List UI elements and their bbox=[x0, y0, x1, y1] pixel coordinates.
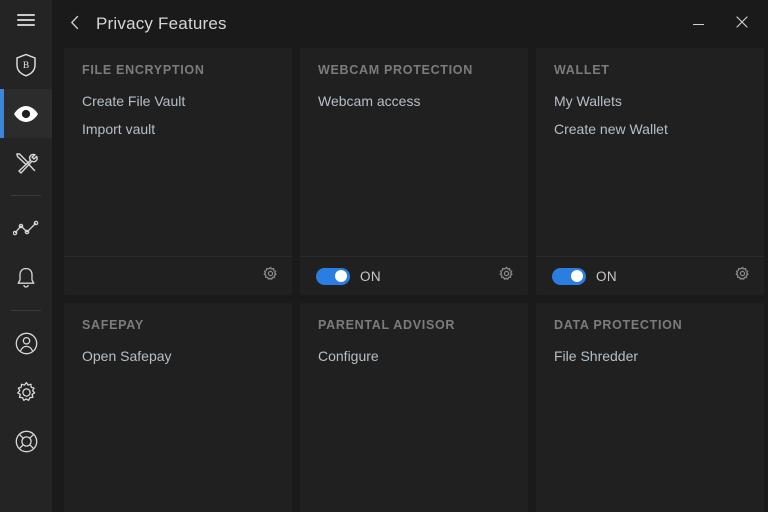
settings-gear-icon bbox=[14, 380, 39, 405]
brand-shield-icon: B bbox=[13, 52, 39, 78]
close-icon bbox=[736, 15, 748, 33]
card-links: Open Safepay bbox=[64, 332, 292, 512]
sidebar-item-brand-shield[interactable]: B bbox=[0, 40, 52, 89]
card-footer: ON bbox=[536, 256, 764, 295]
card-footer bbox=[64, 256, 292, 295]
gear-icon bbox=[735, 266, 750, 286]
sidebar-item-notifications[interactable] bbox=[0, 253, 52, 302]
account-icon bbox=[14, 331, 39, 356]
sidebar-item-account[interactable] bbox=[0, 319, 52, 368]
titlebar: Privacy Features bbox=[52, 0, 768, 48]
card-action-link[interactable]: Open Safepay bbox=[82, 342, 274, 370]
svg-text:B: B bbox=[23, 61, 29, 71]
sidebar-item-support[interactable] bbox=[0, 417, 52, 466]
sidebar-item-utilities[interactable] bbox=[0, 138, 52, 187]
card-title: SAFEPAY bbox=[82, 318, 144, 332]
card-action-link[interactable]: Create File Vault bbox=[82, 87, 274, 115]
close-button[interactable] bbox=[720, 1, 764, 47]
cards-content: FILE ENCRYPTION Create File Vault Import… bbox=[52, 48, 768, 512]
card-links: File Shredder bbox=[536, 332, 764, 512]
card-action-link[interactable]: Import vault bbox=[82, 115, 274, 143]
page-title: Privacy Features bbox=[96, 14, 227, 33]
main-area: Privacy Features FILE ENCRYPTION Create … bbox=[52, 0, 768, 512]
features-grid: FILE ENCRYPTION Create File Vault Import… bbox=[64, 48, 764, 512]
card-action-link[interactable]: Create new Wallet bbox=[554, 115, 746, 143]
card-links: My Wallets Create new Wallet bbox=[536, 77, 764, 256]
card-action-link[interactable]: File Shredder bbox=[554, 342, 746, 370]
hamburger-menu-icon bbox=[17, 11, 35, 29]
card-action-link[interactable]: Webcam access bbox=[318, 87, 510, 115]
feature-card[interactable]: FILE ENCRYPTION Create File Vault Import… bbox=[64, 48, 292, 295]
minimize-icon bbox=[692, 23, 704, 25]
toggle-knob bbox=[571, 270, 583, 282]
card-title: FILE ENCRYPTION bbox=[82, 63, 205, 77]
sidebar: B bbox=[0, 0, 52, 512]
card-links: Configure bbox=[300, 332, 528, 512]
card-settings-button[interactable] bbox=[263, 266, 278, 286]
hamburger-menu-button[interactable] bbox=[0, 0, 52, 40]
toggle-state-label: ON bbox=[596, 268, 618, 284]
privacy-eye-icon bbox=[12, 104, 40, 124]
feature-card[interactable]: DATA PROTECTION File Shredder bbox=[536, 303, 764, 512]
feature-toggle[interactable] bbox=[552, 267, 586, 285]
feature-card[interactable]: WALLET My Wallets Create new Wallet ON bbox=[536, 48, 764, 295]
chevron-left-icon bbox=[70, 15, 80, 33]
window-controls bbox=[676, 0, 764, 48]
toggle-knob bbox=[335, 270, 347, 282]
card-action-link[interactable]: Configure bbox=[318, 342, 510, 370]
card-title: WEBCAM PROTECTION bbox=[318, 63, 473, 77]
notifications-bell-icon bbox=[15, 266, 37, 290]
activity-chart-icon bbox=[13, 220, 39, 238]
feature-card[interactable]: WEBCAM PROTECTION Webcam access ON bbox=[300, 48, 528, 295]
app-window: B Privacy Features FILE ENCRYPTION Creat… bbox=[0, 0, 768, 512]
gear-icon bbox=[499, 266, 514, 286]
utilities-tools-icon bbox=[13, 150, 39, 176]
feature-card[interactable]: SAFEPAY Open Safepay bbox=[64, 303, 292, 512]
card-settings-button[interactable] bbox=[735, 266, 750, 286]
card-title: PARENTAL ADVISOR bbox=[318, 318, 456, 332]
sidebar-item-privacy[interactable] bbox=[0, 89, 52, 138]
feature-toggle[interactable] bbox=[316, 267, 350, 285]
sidebar-divider bbox=[11, 310, 41, 311]
sidebar-item-settings[interactable] bbox=[0, 368, 52, 417]
card-action-link[interactable]: My Wallets bbox=[554, 87, 746, 115]
card-footer: ON bbox=[300, 256, 528, 295]
sidebar-item-activity[interactable] bbox=[0, 204, 52, 253]
card-title: WALLET bbox=[554, 63, 610, 77]
card-title: DATA PROTECTION bbox=[554, 318, 683, 332]
card-links: Webcam access bbox=[300, 77, 528, 256]
minimize-button[interactable] bbox=[676, 1, 720, 47]
support-lifering-icon bbox=[14, 429, 39, 454]
toggle-state-label: ON bbox=[360, 268, 382, 284]
feature-card[interactable]: PARENTAL ADVISOR Configure bbox=[300, 303, 528, 512]
card-links: Create File Vault Import vault bbox=[64, 77, 292, 256]
card-settings-button[interactable] bbox=[499, 266, 514, 286]
gear-icon bbox=[263, 266, 278, 286]
sidebar-divider bbox=[11, 195, 41, 196]
back-button[interactable] bbox=[62, 11, 88, 37]
